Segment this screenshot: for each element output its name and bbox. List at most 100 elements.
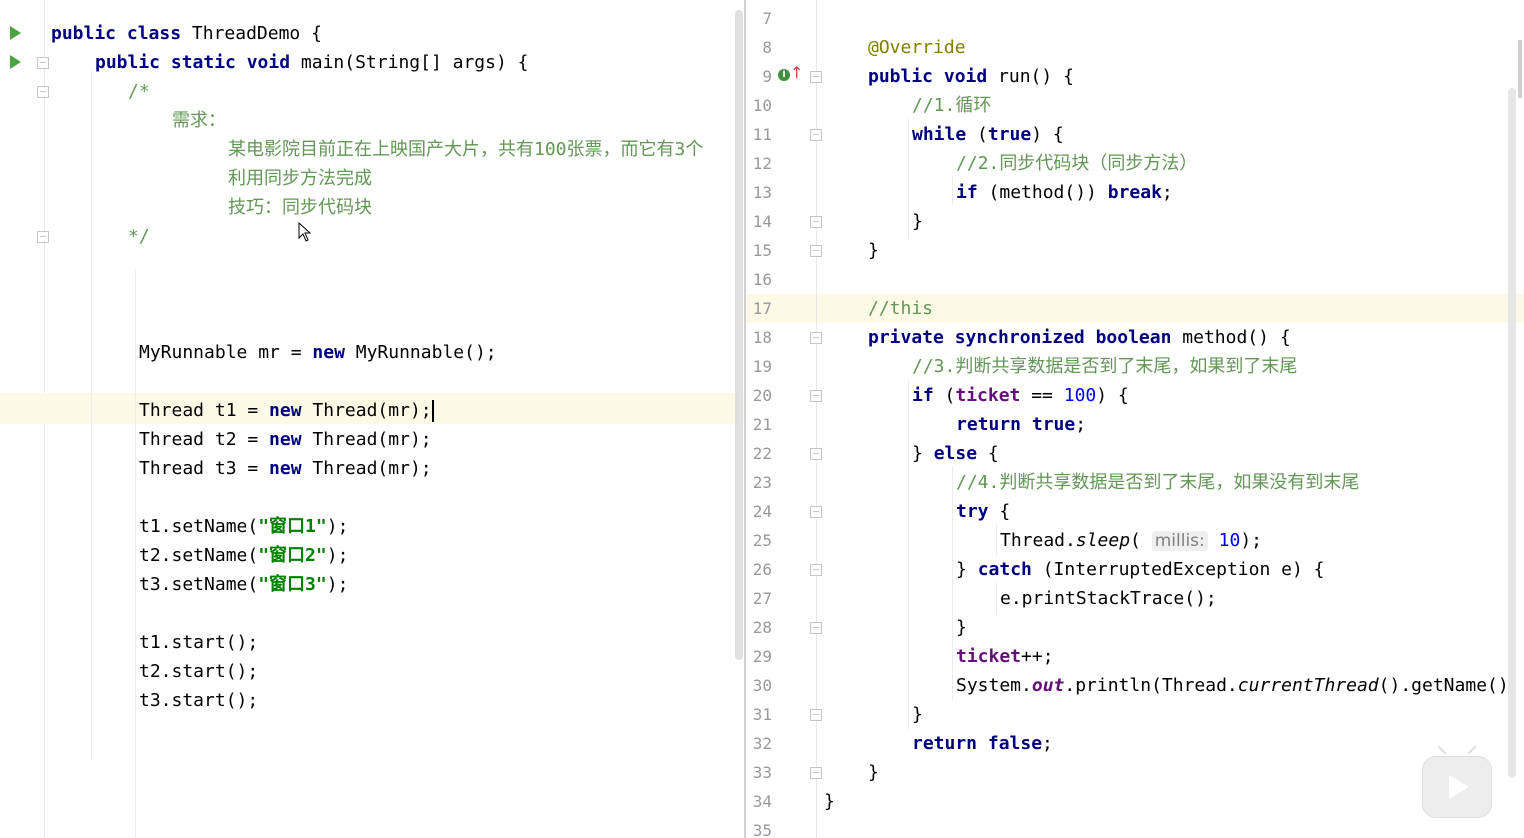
code-token: "窗口3"	[258, 574, 327, 595]
code-line[interactable]: //3.判断共享数据是否到了末尾，如果到了末尾	[817, 352, 1524, 381]
code-line[interactable]: Thread.sleep( millis: 10);	[817, 526, 1524, 555]
code-line[interactable]	[44, 251, 744, 280]
line-number[interactable]: 20	[746, 381, 772, 410]
code-line[interactable]: try {	[817, 497, 1524, 526]
code-text: } else {	[912, 439, 999, 468]
left-scrollbar[interactable]	[735, 10, 743, 660]
code-line[interactable]: 需求：	[44, 106, 744, 135]
code-line[interactable]	[817, 816, 1524, 838]
code-line[interactable]	[817, 265, 1524, 294]
code-line[interactable]: 某电影院目前正在上映国产大片，共有100张票，而它有3个	[44, 135, 744, 164]
run-class-icon[interactable]	[10, 26, 21, 40]
code-line[interactable]: } else {	[817, 439, 1524, 468]
code-token: if	[956, 182, 989, 203]
code-line[interactable]: //2.同步代码块（同步方法）	[817, 149, 1524, 178]
line-number[interactable]: 16	[746, 265, 772, 294]
left-editor-pane[interactable]: public class ThreadDemo {public static v…	[0, 0, 744, 838]
right-editor-pane[interactable]: I ↑ 7 8 9 10 11 12 13 14 15 16 17 18 19 20 21 22 23 24 25 2…	[746, 0, 1524, 838]
code-line[interactable]: 技巧：同步代码块	[44, 193, 744, 222]
line-number[interactable]: 19	[746, 352, 772, 381]
right-code-area[interactable]: @Override public void run() {//1.循环 while …	[817, 0, 1524, 838]
line-number[interactable]: 13	[746, 178, 772, 207]
code-line[interactable]: public void run() {	[817, 62, 1524, 91]
right-gutter[interactable]: I ↑ 7 8 9 10 11 12 13 14 15 16 17 18 19 20 21 22 23 24 25 2…	[746, 0, 822, 838]
code-line[interactable]: t3.start();	[44, 686, 744, 715]
line-number[interactable]: 31	[746, 700, 772, 729]
code-line[interactable]: if (ticket == 100) {	[817, 381, 1524, 410]
code-line[interactable]: /*	[44, 77, 744, 106]
video-player-icon[interactable]	[1422, 756, 1492, 818]
code-line[interactable]	[44, 367, 744, 396]
code-line[interactable]: Thread t1 = new Thread(mr);	[44, 396, 744, 425]
code-line[interactable]: //this	[817, 294, 1524, 323]
code-line[interactable]	[44, 309, 744, 338]
line-number[interactable]: 14	[746, 207, 772, 236]
code-line[interactable]: return true;	[817, 410, 1524, 439]
code-line[interactable]: //1.循环	[817, 91, 1524, 120]
code-line[interactable]	[44, 280, 744, 309]
code-line[interactable]: }	[817, 787, 1524, 816]
code-line[interactable]: t1.start();	[44, 628, 744, 657]
line-number[interactable]: 23	[746, 468, 772, 497]
code-line[interactable]	[44, 599, 744, 628]
code-line[interactable]	[44, 483, 744, 512]
code-line[interactable]: private synchronized boolean method() {	[817, 323, 1524, 352]
code-line[interactable]: }	[817, 758, 1524, 787]
code-token: "窗口1"	[258, 516, 327, 537]
line-number[interactable]: 8	[746, 33, 772, 62]
line-number[interactable]: 7	[746, 4, 772, 33]
code-line[interactable]: }	[817, 207, 1524, 236]
line-number[interactable]: 9	[746, 62, 772, 91]
line-number[interactable]: 11	[746, 120, 772, 149]
line-number[interactable]: 18	[746, 323, 772, 352]
code-line[interactable]: public class ThreadDemo {	[44, 19, 744, 48]
line-number[interactable]: 29	[746, 642, 772, 671]
code-line[interactable]: }	[817, 236, 1524, 265]
override-arrow-icon[interactable]: ↑	[790, 63, 803, 82]
code-line[interactable]: //4.判断共享数据是否到了末尾，如果没有到末尾	[817, 468, 1524, 497]
code-token: ;	[1161, 182, 1173, 203]
line-number[interactable]: 10	[746, 91, 772, 120]
line-number[interactable]: 21	[746, 410, 772, 439]
line-number[interactable]: 33	[746, 758, 772, 787]
line-number[interactable]: 26	[746, 555, 772, 584]
line-number[interactable]: 34	[746, 787, 772, 816]
code-line[interactable]	[817, 4, 1524, 33]
line-number[interactable]: 24	[746, 497, 772, 526]
implements-icon[interactable]: I	[778, 69, 790, 81]
code-line[interactable]: t1.setName("窗口1");	[44, 512, 744, 541]
code-token: }	[868, 240, 879, 261]
code-line[interactable]: t2.setName("窗口2");	[44, 541, 744, 570]
code-line[interactable]: e.printStackTrace();	[817, 584, 1524, 613]
line-number[interactable]: 32	[746, 729, 772, 758]
code-line[interactable]: Thread t3 = new Thread(mr);	[44, 454, 744, 483]
run-main-icon[interactable]	[10, 55, 21, 69]
code-line[interactable]: t2.start();	[44, 657, 744, 686]
code-line[interactable]: System.out.println(Thread.currentThread(…	[817, 671, 1524, 700]
left-code-area[interactable]: public class ThreadDemo {public static v…	[0, 0, 744, 838]
line-number[interactable]: 17	[746, 294, 772, 323]
code-line[interactable]: }	[817, 613, 1524, 642]
code-line[interactable]: 利用同步方法完成	[44, 164, 744, 193]
code-line[interactable]: @Override	[817, 33, 1524, 62]
line-number[interactable]: 12	[746, 149, 772, 178]
line-number[interactable]: 25	[746, 526, 772, 555]
code-line[interactable]: ticket++;	[817, 642, 1524, 671]
code-line[interactable]: while (true) {	[817, 120, 1524, 149]
line-number[interactable]: 27	[746, 584, 772, 613]
code-line[interactable]: return false;	[817, 729, 1524, 758]
code-line[interactable]: public static void main(String[] args) {	[44, 48, 744, 77]
code-line[interactable]: t3.setName("窗口3");	[44, 570, 744, 599]
code-line[interactable]: } catch (InterruptedException e) {	[817, 555, 1524, 584]
line-number[interactable]: 15	[746, 236, 772, 265]
right-scrollbar[interactable]	[1508, 88, 1516, 778]
line-number[interactable]: 30	[746, 671, 772, 700]
code-line[interactable]: }	[817, 700, 1524, 729]
code-line[interactable]: MyRunnable mr = new MyRunnable();	[44, 338, 744, 367]
code-line[interactable]: if (method()) break;	[817, 178, 1524, 207]
line-number[interactable]: 35	[746, 816, 772, 838]
code-line[interactable]: Thread t2 = new Thread(mr);	[44, 425, 744, 454]
line-number[interactable]: 22	[746, 439, 772, 468]
code-line[interactable]: */	[44, 222, 744, 251]
line-number[interactable]: 28	[746, 613, 772, 642]
